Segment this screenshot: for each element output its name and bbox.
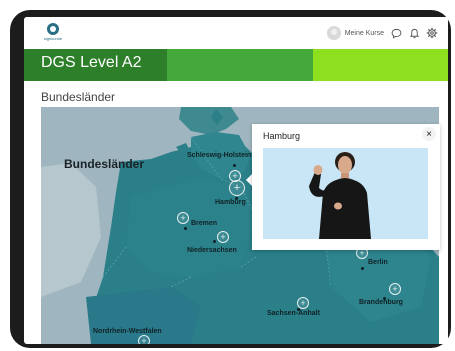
logo-text: signkunde [43,36,63,41]
plus-marker-hamburg[interactable]: + [229,180,245,196]
city-label-schleswig-holstein: Schleswig-Holstein [187,152,252,159]
signer-illustration [263,148,428,239]
sign-language-video[interactable] [263,148,428,239]
course-banner: DGS Level A2 [24,49,448,81]
city-label-hamburg: Hamburg [215,199,246,206]
city-label-nordrhein-westfalen: Nordrhein-Westfalen [93,328,162,335]
app-screen: signkunde Meine Kurse DGS Level A2 Bunde… [24,17,448,344]
city-dot [361,267,364,270]
page-title: Bundesländer [41,90,116,104]
course-title: DGS Level A2 [41,54,142,71]
logo-mark-icon [47,23,59,35]
city-dot [233,164,236,167]
bell-icon[interactable] [406,25,422,41]
plus-marker-bremen[interactable]: + [177,212,189,224]
plus-marker-brandenburg[interactable]: + [389,283,401,295]
city-dot [213,240,216,243]
avatar [326,26,341,40]
city-label-sachsen-anhalt: Sachsen-Anhalt [267,310,320,317]
close-icon[interactable]: × [422,127,436,141]
city-label-bremen: Bremen [191,220,218,227]
user-label: Meine Kurse [344,29,384,37]
banner-mid-segment [167,49,313,81]
map-heading: Bundesländer [64,157,145,171]
plus-marker-niedersachsen[interactable]: + [217,231,229,243]
gear-icon[interactable] [424,25,440,41]
hamburg-popup: Hamburg × [252,124,440,250]
city-label-berlin: Berlin [368,259,388,266]
user-menu[interactable]: Meine Kurse [326,25,384,41]
popup-title: Hamburg [263,131,301,141]
city-label-niedersachsen: Niedersachsen [187,247,237,254]
top-bar: signkunde Meine Kurse [24,17,448,49]
logo[interactable]: signkunde [39,23,67,45]
plus-marker-nordrhein-westfalen[interactable]: + [138,335,150,344]
chat-icon[interactable] [388,25,404,41]
city-dot [184,227,187,230]
city-label-brandenburg: Brandenburg [359,299,403,306]
